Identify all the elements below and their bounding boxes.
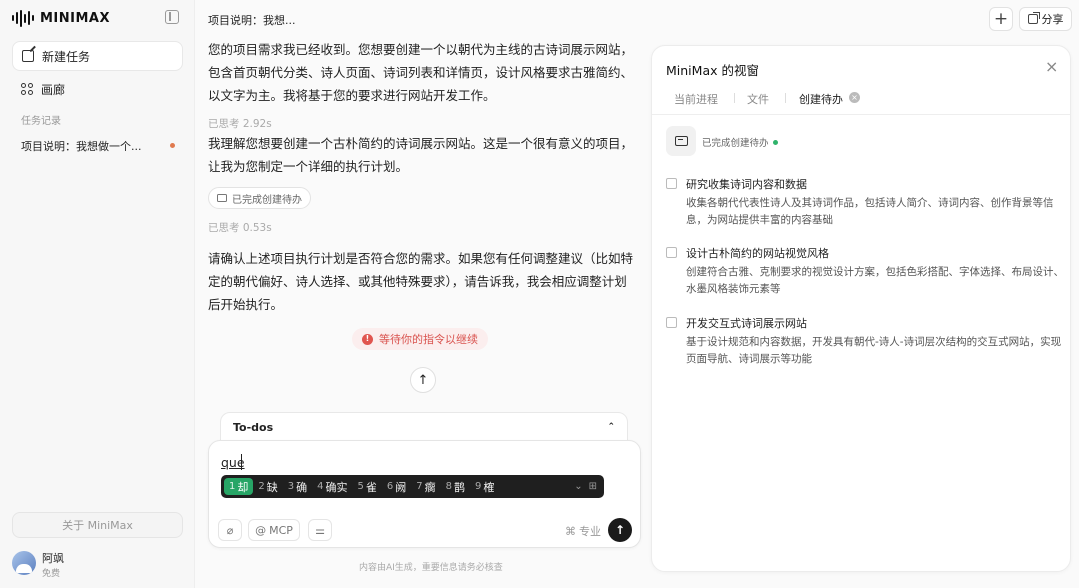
arrow-up-icon: ↑ <box>417 372 429 388</box>
ime-candidate[interactable]: 3确 <box>283 478 312 495</box>
thinking-time[interactable]: 已思考 2.92s <box>208 116 272 131</box>
share-label: 分享 <box>1041 13 1064 26</box>
panel-title: MiniMax 的视窗 <box>666 63 759 78</box>
tab-current-progress[interactable]: 当前进程 <box>674 91 718 107</box>
page-title: 项目说明：我想... <box>208 14 296 27</box>
edit-icon <box>22 50 34 62</box>
new-chat-button[interactable]: + <box>989 7 1013 31</box>
assistant-message: 请确认上述项目执行计划是否符合您的需求。如果您有任何调整建议（比如特定的朝代偏好… <box>208 251 634 312</box>
ime-candidate[interactable]: 6阙 <box>382 478 411 495</box>
mcp-button[interactable]: @ MCP <box>248 519 300 541</box>
monitor-icon <box>674 136 688 146</box>
todo-created-chip[interactable]: 已完成创建待办 <box>208 187 311 209</box>
gallery-icon <box>21 83 33 95</box>
logo-wave-icon <box>12 9 34 27</box>
history-item[interactable]: 项目说明：我想做一个... <box>12 133 183 159</box>
new-task-button[interactable]: 新建任务 <box>12 41 183 71</box>
ime-candidate[interactable]: 7瘸 <box>411 478 440 495</box>
tab-close-icon[interactable]: × <box>849 92 860 103</box>
status-text: 已完成创建待办 <box>702 135 778 149</box>
ime-candidate[interactable]: 5雀 <box>353 478 382 495</box>
send-button[interactable]: ↑ <box>608 518 632 542</box>
paperclip-icon: ⌀ <box>226 523 234 537</box>
thinking-time[interactable]: 已思考 0.53s <box>208 220 272 235</box>
assistant-message: 我理解您想要创建一个古朴简约的诗词展示网站。这是一个很有意义的项目，让我为您制定… <box>208 136 634 174</box>
attach-button[interactable]: ⌀ <box>218 519 242 541</box>
ime-candidate[interactable]: 8鹊 <box>441 478 470 495</box>
waiting-label: 等待你的指令以继续 <box>379 333 478 346</box>
settings-button[interactable]: ⚌ <box>308 519 332 541</box>
gallery-button[interactable]: 画廊 <box>12 74 183 104</box>
monitor-icon <box>217 194 227 202</box>
status-icon-box <box>666 126 696 156</box>
new-task-label: 新建任务 <box>42 49 91 64</box>
chat-area: 您的项目需求我已经收到。您想要创建一个以朝代为主线的古诗词展示网站，包含首页朝代… <box>196 36 650 588</box>
sliders-icon: ⚌ <box>315 523 325 537</box>
tab-divider <box>734 93 735 103</box>
todo-description: 基于设计规范和内容数据，开发具有朝代-诗人-诗词层次结构的交互式网站，实现页面导… <box>686 336 1062 365</box>
gallery-label: 画廊 <box>41 82 66 97</box>
mode-label: 专业 <box>579 525 601 538</box>
todo-checkbox[interactable] <box>666 178 677 189</box>
user-plan: 免费 <box>42 569 61 579</box>
tab-divider <box>785 93 786 103</box>
minimax-logo[interactable]: MINIMAX <box>12 9 110 27</box>
waiting-badge: ! 等待你的指令以继续 <box>352 328 488 350</box>
share-icon <box>1027 12 1040 24</box>
ai-disclaimer: 内容由AI生成，重要信息请务必核查 <box>359 563 503 573</box>
chevron-up-icon: ⌃ <box>607 422 615 432</box>
tab-create-todos[interactable]: 创建待办 <box>799 91 843 107</box>
chevron-down-icon[interactable]: ⌄ <box>568 481 588 492</box>
todos-toggle[interactable]: To-dos ⌃ <box>220 412 628 442</box>
ime-candidate[interactable]: 2缺 <box>253 478 282 495</box>
sidebar: MINIMAX 新建任务 画廊 任务记录 项目说明：我想做一个... 关于 Mi… <box>0 0 195 588</box>
pro-mode-icon: ⌘ <box>565 524 576 538</box>
todo-checkbox[interactable] <box>666 247 677 258</box>
tab-files[interactable]: 文件 <box>747 91 769 107</box>
status-label: 已完成创建待办 <box>702 138 769 149</box>
ime-candidate[interactable]: 1却 <box>224 478 254 495</box>
divider <box>652 114 1070 115</box>
at-icon: @ <box>255 523 267 537</box>
composer[interactable]: que 1却 2缺 3确 4 确实 5雀 6阙 7瘸 8鹊 9榷 ⌄ ⊞ ⌀ @ … <box>208 440 641 548</box>
pro-mode-toggle[interactable]: ⌘ 专业 <box>565 523 601 539</box>
share-button[interactable]: 分享 <box>1019 7 1072 31</box>
user-name: 阿飒 <box>42 552 64 565</box>
todo-title: 研究收集诗词内容和数据 <box>686 178 807 191</box>
chip-label: 已完成创建待办 <box>232 194 302 206</box>
todo-title: 设计古朴简约的网站视觉风格 <box>686 247 829 260</box>
sidebar-collapse-icon[interactable] <box>165 10 179 24</box>
history-heading: 任务记录 <box>21 116 61 127</box>
todos-label: To-dos <box>233 420 274 434</box>
minimax-viewport-panel: MiniMax 的视窗 × 当前进程 文件 创建待办 × 已完成创建待办 研究收… <box>651 45 1071 572</box>
about-button[interactable]: 关于 MiniMax <box>12 512 183 538</box>
avatar[interactable] <box>12 551 36 575</box>
todo-description: 创建符合古雅、克制要求的视觉设计方案，包括色彩搭配、字体选择、布局设计、水墨风格… <box>686 266 1064 295</box>
logo-text: MINIMAX <box>40 10 111 26</box>
todo-title: 开发交互式诗词展示网站 <box>686 317 807 330</box>
ime-candidate[interactable]: 4 确实 <box>312 478 352 495</box>
status-dot <box>772 139 778 145</box>
close-icon[interactable]: × <box>1045 59 1058 75</box>
ime-grid-icon[interactable]: ⊞ <box>589 481 601 492</box>
text-caret <box>241 454 242 470</box>
ime-candidate-bar[interactable]: 1却 2缺 3确 4 确实 5雀 6阙 7瘸 8鹊 9榷 ⌄ ⊞ <box>221 475 604 498</box>
mcp-label: MCP <box>269 523 293 537</box>
todo-checkbox[interactable] <box>666 317 677 328</box>
todo-description: 收集各朝代代表性诗人及其诗词作品，包括诗人简介、诗词内容、创作背景等信息，为网站… <box>686 197 1054 226</box>
unread-dot <box>170 143 175 148</box>
ime-candidate[interactable]: 9榷 <box>470 478 499 495</box>
scroll-up-button[interactable]: ↑ <box>410 367 436 393</box>
plus-icon: + <box>993 8 1009 29</box>
arrow-up-icon: ↑ <box>614 523 626 537</box>
alert-icon: ! <box>362 333 373 345</box>
assistant-message: 您的项目需求我已经收到。您想要创建一个以朝代为主线的古诗词展示网站，包含首页朝代… <box>208 42 634 103</box>
